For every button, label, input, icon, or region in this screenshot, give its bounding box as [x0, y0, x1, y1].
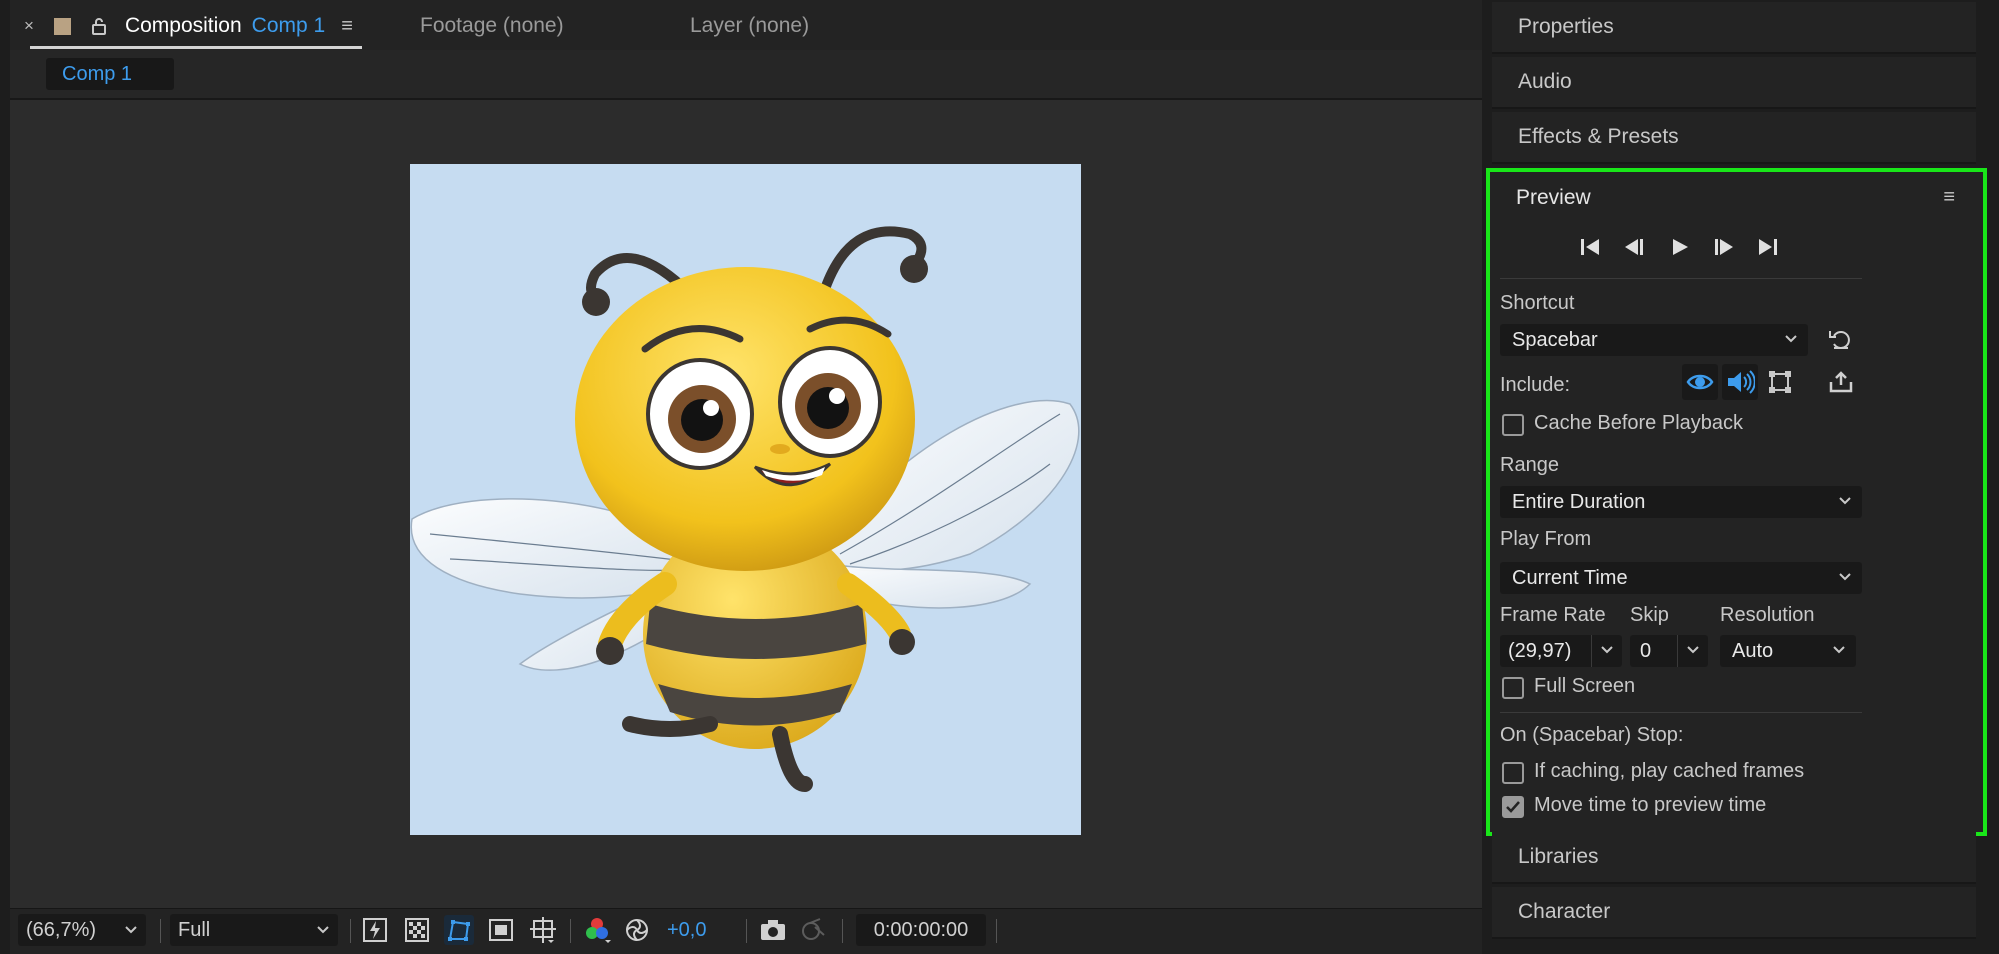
resolution-label: Resolution — [1720, 604, 1815, 626]
panel-effects-presets[interactable]: Effects & Presets — [1492, 112, 1976, 164]
color-channels-icon[interactable] — [582, 915, 612, 945]
tab-composition[interactable]: × Composition Comp 1 ≡ — [24, 14, 353, 38]
resolution-dropdown[interactable]: Auto — [1720, 635, 1856, 667]
divider — [1500, 712, 1862, 713]
panel-audio[interactable]: Audio — [1492, 57, 1976, 109]
full-screen-label: Full Screen — [1534, 675, 1636, 697]
skip-label: Skip — [1630, 604, 1669, 626]
include-label: Include: — [1500, 374, 1571, 396]
tab-composition-name: Comp 1 — [251, 14, 326, 37]
grid-guides-icon[interactable] — [528, 915, 558, 945]
play-from-label: Play From — [1500, 528, 1592, 550]
panel-character[interactable]: Character — [1492, 887, 1976, 939]
reset-shortcut-icon[interactable] — [1828, 328, 1854, 352]
include-video-icon[interactable] — [1682, 364, 1718, 400]
next-frame-icon[interactable] — [1712, 236, 1736, 258]
toolbar-divider — [842, 919, 843, 943]
checkmark-icon — [1506, 801, 1520, 813]
range-label: Range — [1500, 454, 1559, 476]
chevron-down-icon — [1838, 494, 1852, 508]
last-frame-icon[interactable] — [1756, 236, 1780, 258]
preview-panel: Preview ≡ Shortcut Spacebar Include: Cac… — [1486, 168, 1987, 836]
move-time-label: Move time to preview time — [1534, 794, 1767, 816]
if-caching-checkbox[interactable] — [1502, 762, 1524, 784]
include-overlays-icon[interactable] — [1762, 364, 1798, 400]
toolbar-divider — [570, 919, 571, 943]
resolution-value: Full — [178, 918, 211, 941]
chevron-down-icon — [1832, 643, 1846, 657]
snapshot-camera-icon[interactable] — [758, 915, 788, 945]
magnification-dropdown[interactable]: (66,7%) — [18, 914, 146, 946]
lock-icon[interactable] — [91, 17, 107, 35]
viewer-toolbar: (66,7%) Full +0,0 0:00:00:00 — [10, 908, 1482, 954]
comp-navigator-item[interactable]: Comp 1 — [46, 58, 174, 90]
resolution-value: Auto — [1732, 639, 1774, 662]
panel-menu-icon[interactable]: ≡ — [341, 15, 353, 38]
label-color-swatch[interactable] — [53, 17, 71, 35]
play-from-value: Current Time — [1512, 566, 1628, 589]
show-snapshot-icon[interactable] — [798, 915, 828, 945]
cache-before-playback-label: Cache Before Playback — [1534, 412, 1744, 434]
exposure-reset-icon[interactable] — [622, 915, 652, 945]
chevron-down-icon — [124, 923, 138, 937]
tab-composition-label: Composition — [124, 14, 242, 37]
preview-title[interactable]: Preview — [1516, 186, 1591, 210]
resolution-dropdown[interactable]: Full — [170, 914, 338, 946]
mask-visibility-icon[interactable] — [444, 915, 474, 945]
close-tab-icon[interactable]: × — [24, 16, 34, 36]
divider — [1591, 635, 1592, 667]
chevron-down-icon — [1686, 643, 1700, 657]
panel-menu-icon[interactable]: ≡ — [1943, 186, 1955, 209]
previous-frame-icon[interactable] — [1622, 236, 1646, 258]
tab-footage[interactable]: Footage (none) — [420, 14, 564, 38]
toolbar-divider — [996, 919, 997, 943]
play-from-dropdown[interactable]: Current Time — [1500, 562, 1862, 594]
frame-rate-label: Frame Rate — [1500, 604, 1606, 626]
export-icon[interactable] — [1828, 370, 1854, 394]
first-frame-icon[interactable] — [1578, 236, 1602, 258]
shortcut-dropdown[interactable]: Spacebar — [1500, 324, 1808, 356]
divider — [1500, 278, 1862, 279]
toolbar-divider — [160, 919, 161, 943]
transparency-grid-icon[interactable] — [402, 915, 432, 945]
exposure-value[interactable]: +0,0 — [667, 919, 706, 942]
panel-properties[interactable]: Properties — [1492, 2, 1976, 54]
range-value: Entire Duration — [1512, 490, 1646, 513]
chevron-down-icon — [1600, 643, 1614, 657]
range-dropdown[interactable]: Entire Duration — [1500, 486, 1862, 518]
magnification-value: (66,7%) — [26, 918, 97, 941]
on-stop-label: On (Spacebar) Stop: — [1500, 724, 1684, 746]
chevron-down-icon — [1838, 570, 1852, 584]
composition-viewer[interactable] — [10, 100, 1482, 908]
chevron-down-icon — [1784, 332, 1798, 346]
toolbar-divider — [746, 919, 747, 943]
tab-layer[interactable]: Layer (none) — [690, 14, 809, 38]
chevron-down-icon — [316, 923, 330, 937]
frame-rate-value: (29,97) — [1508, 639, 1572, 662]
shortcut-label: Shortcut — [1500, 292, 1575, 314]
composition-panel: × Composition Comp 1 ≡ Footage (none) La… — [10, 0, 1482, 954]
panel-libraries[interactable]: Libraries — [1492, 832, 1976, 884]
full-screen-checkbox[interactable] — [1502, 677, 1524, 699]
toolbar-divider — [350, 919, 351, 943]
active-tab-underline — [30, 46, 362, 49]
right-panel-column: Properties Audio Effects & Presets Previ… — [1486, 0, 1999, 953]
composition-tab-bar: × Composition Comp 1 ≡ Footage (none) La… — [10, 0, 1482, 50]
frame-rate-dropdown[interactable]: (29,97) — [1500, 635, 1622, 667]
shortcut-value: Spacebar — [1512, 328, 1598, 351]
fast-previews-icon[interactable] — [360, 915, 390, 945]
if-caching-label: If caching, play cached frames — [1534, 760, 1805, 782]
skip-dropdown[interactable]: 0 — [1630, 635, 1708, 667]
region-of-interest-icon[interactable] — [486, 915, 516, 945]
cache-before-playback-checkbox[interactable] — [1502, 414, 1524, 436]
composition-navigator: Comp 1 — [10, 50, 1482, 100]
composition-frame[interactable] — [410, 164, 1081, 835]
bee-character-image — [410, 226, 1080, 792]
skip-value: 0 — [1640, 639, 1652, 662]
include-audio-icon[interactable] — [1722, 364, 1758, 400]
current-time-display[interactable]: 0:00:00:00 — [856, 914, 986, 946]
divider — [1677, 635, 1678, 667]
move-time-checkbox[interactable] — [1502, 796, 1524, 818]
play-icon[interactable] — [1668, 236, 1692, 258]
